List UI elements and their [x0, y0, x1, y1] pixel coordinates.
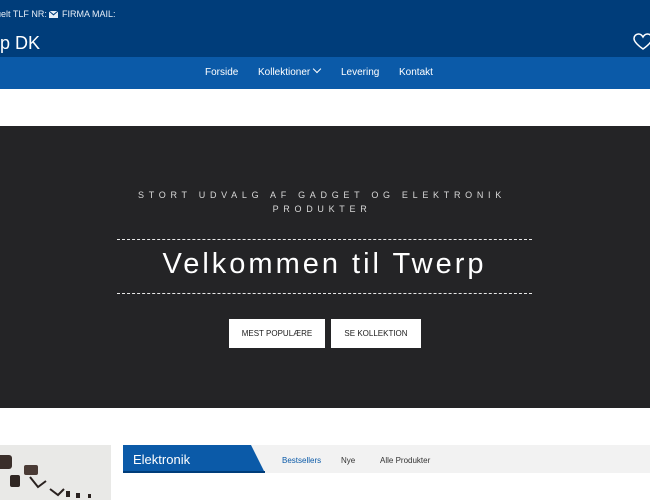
main-nav: Forside Kollektioner Levering Kontakt	[0, 57, 650, 89]
heart-icon[interactable]	[633, 33, 650, 51]
nav-item-forside[interactable]: Forside	[205, 67, 238, 78]
gadget-image-icon	[0, 445, 111, 500]
mail-info: FIRMA MAIL:	[49, 9, 116, 19]
top-header: uelt TLF NR: FIRMA MAIL: rp DK	[0, 0, 650, 57]
dashed-divider-top	[117, 239, 532, 240]
nav-item-kollektioner[interactable]: Kollektioner	[258, 64, 322, 78]
hero-tagline-line1: STORT UDVALG AF GADGET OG ELEKTRONIK	[138, 190, 506, 200]
mail-label: FIRMA MAIL:	[62, 9, 116, 19]
nav-item-kontakt[interactable]: Kontakt	[399, 67, 433, 78]
tab-alle-produkter[interactable]: Alle Produkter	[380, 456, 430, 465]
section-title: Elektronik	[133, 452, 191, 467]
product-section: Elektronik Bestsellers Nye Alle Produkte…	[0, 445, 650, 500]
section-label: Elektronik	[123, 445, 265, 473]
dashed-divider-bottom	[117, 293, 532, 294]
phone-label: uelt TLF NR:	[0, 9, 47, 19]
most-popular-button[interactable]: MEST POPULÆRE	[229, 319, 325, 348]
see-collection-button[interactable]: SE KOLLEKTION	[331, 319, 421, 348]
hero-title: Velkommen til Twerp	[162, 248, 487, 280]
tab-nye[interactable]: Nye	[341, 456, 355, 465]
hero-banner: STORT UDVALG AF GADGET OG ELEKTRONIK PRO…	[0, 126, 650, 408]
nav-item-label: Kollektioner	[258, 67, 311, 78]
site-brand[interactable]: rp DK	[0, 33, 40, 54]
hero-tagline: STORT UDVALG AF GADGET OG ELEKTRONIK PRO…	[112, 188, 532, 216]
hero-tagline-line2: PRODUKTER	[272, 204, 372, 214]
envelope-icon	[49, 10, 58, 18]
chevron-down-icon	[313, 64, 322, 74]
nav-item-levering[interactable]: Levering	[341, 67, 379, 78]
tab-bestsellers[interactable]: Bestsellers	[282, 456, 321, 465]
product-thumbnail[interactable]	[0, 445, 111, 500]
